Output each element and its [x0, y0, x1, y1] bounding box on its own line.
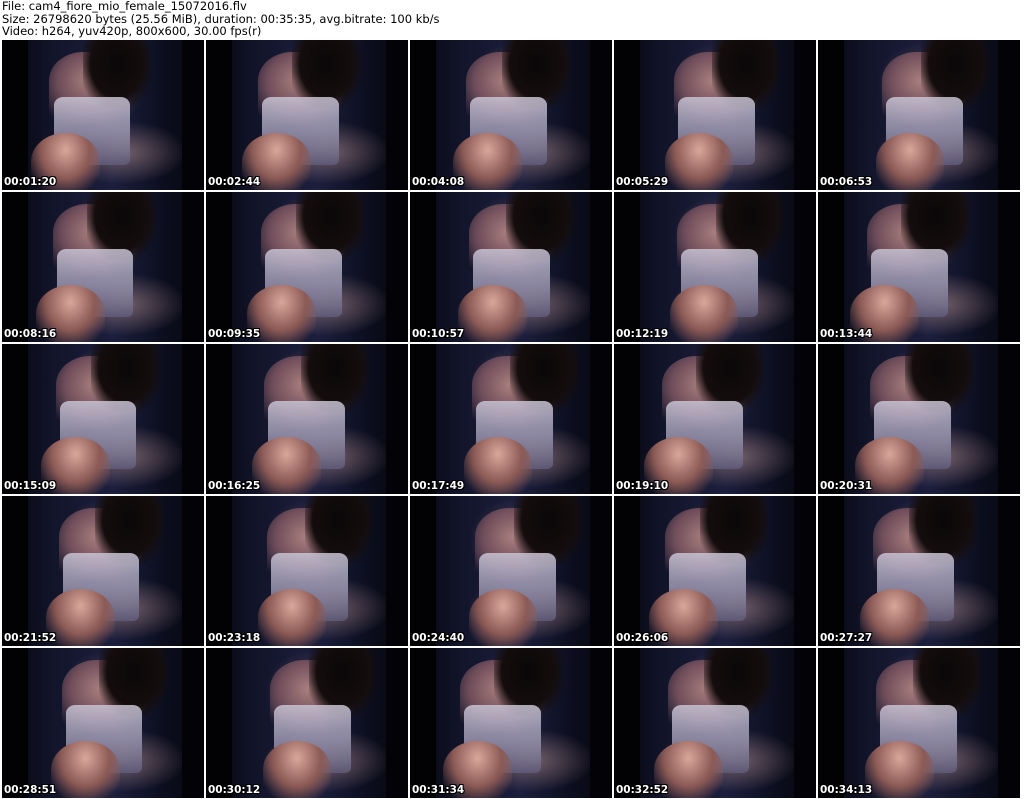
- video-thumbnail: 00:09:35: [206, 192, 408, 342]
- video-thumbnail: 00:23:18: [206, 496, 408, 646]
- video-thumbnail: 00:26:06: [614, 496, 816, 646]
- video-thumbnail: 00:05:29: [614, 40, 816, 190]
- thumbnail-timestamp: 00:08:16: [4, 328, 57, 340]
- video-thumbnail: 00:27:27: [818, 496, 1020, 646]
- video-thumbnail: 00:30:12: [206, 648, 408, 798]
- thumbnail-timestamp: 00:06:53: [820, 176, 873, 188]
- thumbnail-timestamp: 00:30:12: [208, 784, 261, 796]
- video-thumbnail: 00:02:44: [206, 40, 408, 190]
- video-thumbnail: 00:21:52: [2, 496, 204, 646]
- video-thumbnail: 00:16:25: [206, 344, 408, 494]
- thumbnail-timestamp: 00:27:27: [820, 632, 873, 644]
- file-name-line: File: cam4_fiore_mio_female_15072016.flv: [2, 0, 247, 13]
- video-thumbnail: 00:08:16: [2, 192, 204, 342]
- thumbnail-timestamp: 00:16:25: [208, 480, 261, 492]
- video-thumbnail: 00:19:10: [614, 344, 816, 494]
- thumbnail-timestamp: 00:24:40: [412, 632, 465, 644]
- thumbnail-timestamp: 00:21:52: [4, 632, 57, 644]
- thumbnail-timestamp: 00:04:08: [412, 176, 465, 188]
- thumbnail-timestamp: 00:13:44: [820, 328, 873, 340]
- video-thumbnail: 00:15:09: [2, 344, 204, 494]
- video-thumbnail: 00:01:20: [2, 40, 204, 190]
- video-thumbnail: 00:06:53: [818, 40, 1020, 190]
- thumbnail-timestamp: 00:31:34: [412, 784, 465, 796]
- video-info-line: Video: h264, yuv420p, 800x600, 30.00 fps…: [2, 24, 262, 38]
- video-thumbnail: 00:10:57: [410, 192, 612, 342]
- video-thumbnail: 00:24:40: [410, 496, 612, 646]
- video-thumbnail: 00:17:49: [410, 344, 612, 494]
- video-thumbnail: 00:31:34: [410, 648, 612, 798]
- thumbnail-timestamp: 00:19:10: [616, 480, 669, 492]
- thumbnail-timestamp: 00:23:18: [208, 632, 261, 644]
- video-thumbnail: 00:04:08: [410, 40, 612, 190]
- video-thumbnail: 00:34:13: [818, 648, 1020, 798]
- video-thumbnail: 00:12:19: [614, 192, 816, 342]
- thumbnail-timestamp: 00:20:31: [820, 480, 873, 492]
- thumbnail-timestamp: 00:10:57: [412, 328, 465, 340]
- thumbnail-timestamp: 00:34:13: [820, 784, 873, 796]
- video-thumbnail: 00:32:52: [614, 648, 816, 798]
- thumbnail-timestamp: 00:15:09: [4, 480, 57, 492]
- file-info-header: File: cam4_fiore_mio_female_15072016.flv…: [2, 0, 1022, 38]
- thumbnail-grid: 00:01:20 00:02:44 00:04:08 00:05:29 00:06:53…: [0, 38, 1024, 799]
- thumbnail-timestamp: 00:26:06: [616, 632, 669, 644]
- thumbnail-timestamp: 00:28:51: [4, 784, 57, 796]
- video-thumbnail: 00:20:31: [818, 344, 1020, 494]
- thumbnail-timestamp: 00:02:44: [208, 176, 261, 188]
- thumbnail-timestamp: 00:09:35: [208, 328, 261, 340]
- thumbnail-timestamp: 00:32:52: [616, 784, 669, 796]
- video-thumbnail: 00:13:44: [818, 192, 1020, 342]
- thumbnail-timestamp: 00:05:29: [616, 176, 669, 188]
- thumbnail-timestamp: 00:12:19: [616, 328, 669, 340]
- thumbnail-timestamp: 00:17:49: [412, 480, 465, 492]
- video-thumbnail: 00:28:51: [2, 648, 204, 798]
- thumbnail-timestamp: 00:01:20: [4, 176, 57, 188]
